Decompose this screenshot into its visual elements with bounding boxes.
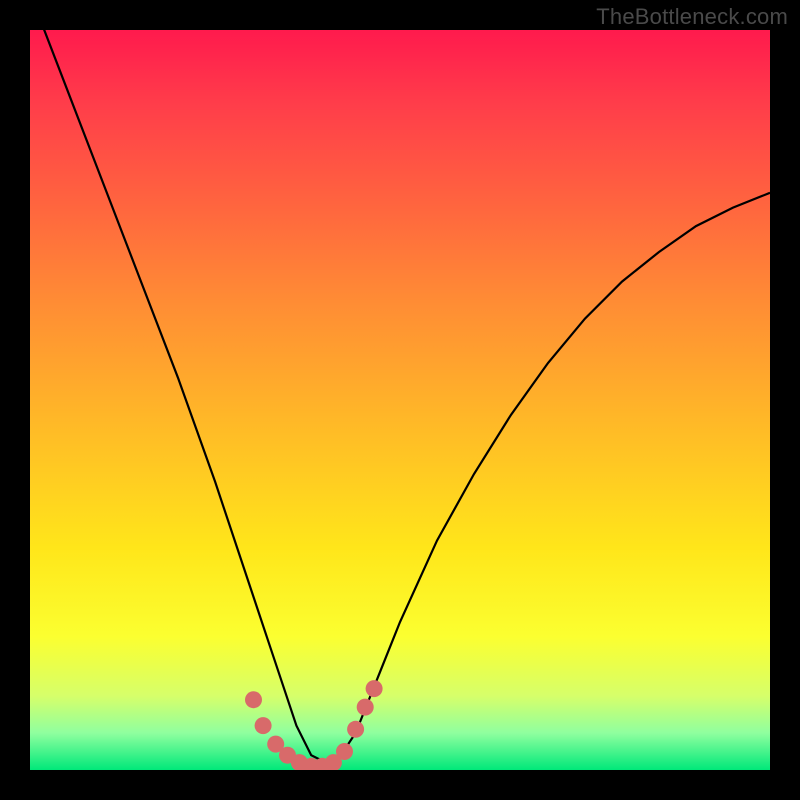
plot-area [30,30,770,770]
valley-marker [366,680,383,697]
watermark-text: TheBottleneck.com [596,4,788,30]
bottleneck-curve-path [30,30,770,763]
valley-marker [357,699,374,716]
valley-marker [255,717,272,734]
valley-marker [245,691,262,708]
bottleneck-curve-svg [30,30,770,770]
chart-frame: TheBottleneck.com [0,0,800,800]
valley-marker [347,721,364,738]
valley-marker [336,743,353,760]
